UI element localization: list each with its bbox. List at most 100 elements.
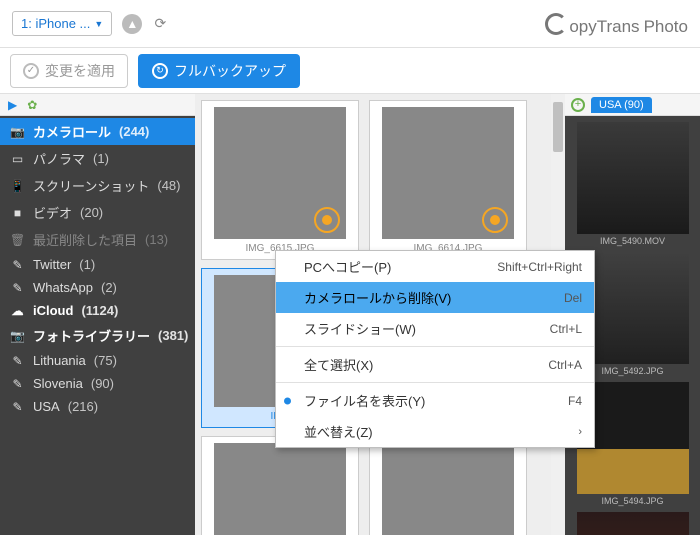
sidebar-album[interactable]: 📱 スクリーンショット (48) <box>0 172 195 199</box>
logo-text-sub: Photo <box>644 17 688 37</box>
ctx-show-filename[interactable]: ファイル名を表示(Y) F4 <box>276 385 594 416</box>
ctx-copy-label: PCへコピー(P) <box>304 257 391 276</box>
album-label: Slovenia <box>33 376 83 391</box>
pictures-tab-icon[interactable]: ✿ <box>27 98 37 112</box>
sidebar-tabs: ▶ ✿ <box>0 94 195 116</box>
right-thumb-caption: IMG_5494.JPG <box>601 496 663 506</box>
scan-marker-icon <box>314 207 340 233</box>
ctx-del-shortcut: Del <box>564 291 582 305</box>
right-thumbnail[interactable]: IMG_5490.MOV <box>571 122 694 246</box>
ctx-sort[interactable]: 並べ替え(Z) › <box>276 416 594 447</box>
eject-icon[interactable]: ▲ <box>122 14 142 34</box>
album-icon: ■ <box>10 206 25 220</box>
chevron-right-icon: › <box>578 426 582 438</box>
album-label: Twitter <box>33 257 71 272</box>
ctx-fname-shortcut: F4 <box>568 394 582 408</box>
album-icon: ✎ <box>10 377 25 391</box>
album-count: (75) <box>94 353 117 368</box>
sidebar-album[interactable]: 🗑最近削除した項目 (13) <box>0 226 195 253</box>
album-icon: 📷 <box>10 329 25 343</box>
sidebar-album[interactable]: ✎ Twitter (1) <box>0 253 195 276</box>
album-count: (1) <box>79 257 95 272</box>
ctx-slideshow[interactable]: スライドショー(W) Ctrl+L <box>276 313 594 344</box>
album-label: スクリーンショット <box>33 176 149 195</box>
check-icon: ✓ <box>23 63 39 79</box>
thumbnail-image <box>214 443 346 535</box>
right-thumbnail[interactable]: 0:00:57 <box>571 512 694 535</box>
sidebar-album[interactable]: ☁iCloud (1124) <box>0 299 195 322</box>
ctx-copy-to-pc[interactable]: PCへコピー(P) Shift+Ctrl+Right <box>276 251 594 282</box>
album-icon: ✎ <box>10 354 25 368</box>
ctx-all-label: 全て選択(X) <box>304 355 373 374</box>
sidebar-album[interactable]: ✎ WhatsApp (2) <box>0 276 195 299</box>
device-label: 1: iPhone ... <box>21 16 90 31</box>
actionbar: ✓ 変更を適用 ↻ フルバックアップ <box>0 48 700 94</box>
album-count: (2) <box>101 280 117 295</box>
apply-label: 変更を適用 <box>45 61 115 81</box>
album-label: iCloud <box>33 303 73 318</box>
right-thumb-caption: IMG_5490.MOV <box>600 236 665 246</box>
apply-changes-button[interactable]: ✓ 変更を適用 <box>10 54 128 88</box>
album-count: (381) <box>158 328 188 343</box>
ctx-del-label: カメラロールから削除(V) <box>304 288 451 307</box>
device-selector[interactable]: 1: iPhone ... ▼ <box>12 11 112 36</box>
right-tab[interactable]: USA (90) <box>591 97 652 113</box>
topbar: 1: iPhone ... ▼ ▲ ⟳ opyTrans Photo <box>0 0 700 48</box>
sidebar-album[interactable]: ■ビデオ (20) <box>0 199 195 226</box>
ctx-fname-label: ファイル名を表示(Y) <box>304 391 425 410</box>
thumbnail-card[interactable]: IMG_6615.JPG <box>201 100 359 260</box>
refresh-icon[interactable]: ⟳ <box>150 14 170 34</box>
thumbnail-card[interactable]: IMG_6614.JPG <box>369 100 527 260</box>
album-label: WhatsApp <box>33 280 93 295</box>
sidebar: ▶ ✿ 📷カメラロール (244) ▭ パノラマ (1) 📱 スクリーンショット (48… <box>0 94 195 535</box>
album-icon: ▭ <box>10 152 25 166</box>
thumbnail-image <box>382 443 514 535</box>
ctx-delete-from-roll[interactable]: カメラロールから削除(V) Del <box>276 282 594 313</box>
sidebar-album[interactable]: ✎Lithuania (75) <box>0 349 195 372</box>
ctx-sort-label: 並べ替え(Z) <box>304 422 373 441</box>
separator <box>276 346 594 347</box>
album-count: (90) <box>91 376 114 391</box>
sidebar-album[interactable]: ▭ パノラマ (1) <box>0 145 195 172</box>
album-list: 📷カメラロール (244) ▭ パノラマ (1) 📱 スクリーンショット (48) ■ビデ… <box>0 116 195 535</box>
album-label: パノラマ <box>33 149 85 168</box>
album-count: (13) <box>145 232 168 247</box>
scan-marker-icon <box>482 207 508 233</box>
album-count: (48) <box>157 178 180 193</box>
topbar-icons: ▲ ⟳ <box>122 14 170 34</box>
album-count: (244) <box>119 124 149 139</box>
backup-label: フルバックアップ <box>174 61 286 81</box>
scrollbar-thumb[interactable] <box>553 102 563 152</box>
album-count: (1124) <box>81 303 118 318</box>
ctx-select-all[interactable]: 全て選択(X) Ctrl+A <box>276 349 594 380</box>
sidebar-album[interactable]: 📷カメラロール (244) <box>0 118 195 145</box>
album-label: 最近削除した項目 <box>33 230 137 249</box>
album-icon: ✎ <box>10 281 25 295</box>
album-count: (20) <box>80 205 103 220</box>
album-icon: ✎ <box>10 258 25 272</box>
album-icon: 📱 <box>10 179 25 193</box>
album-count: (216) <box>68 399 98 414</box>
ctx-slide-shortcut: Ctrl+L <box>550 322 582 336</box>
thumbnail-image <box>214 107 346 239</box>
full-backup-button[interactable]: ↻ フルバックアップ <box>138 54 300 88</box>
app-logo: opyTrans Photo <box>545 10 688 37</box>
thumbnail-card[interactable]: IMG_6611.JPG <box>201 436 359 535</box>
sidebar-album[interactable]: ✎ Slovenia (90) <box>0 372 195 395</box>
sidebar-album[interactable]: ✎USA (216) <box>0 395 195 418</box>
bullet-icon <box>284 397 291 404</box>
album-count: (1) <box>93 151 109 166</box>
thumbnail-image <box>382 107 514 239</box>
ctx-all-shortcut: Ctrl+A <box>548 358 582 372</box>
logo-c-icon <box>545 13 567 35</box>
thumbnail-card[interactable]: IMG_6610.JPG <box>369 436 527 535</box>
device-tab-icon[interactable]: ▶ <box>8 98 17 112</box>
album-icon: ✎ <box>10 400 25 414</box>
album-label: フォトライブラリー <box>33 326 150 345</box>
context-menu: PCへコピー(P) Shift+Ctrl+Right カメラロールから削除(V)… <box>275 250 595 448</box>
right-header: + USA (90) <box>565 94 700 116</box>
ctx-copy-shortcut: Shift+Ctrl+Right <box>497 260 582 274</box>
add-icon[interactable]: + <box>571 98 585 112</box>
right-thumb-image: 0:00:57 <box>577 512 689 535</box>
sidebar-album[interactable]: 📷 フォトライブラリー (381) <box>0 322 195 349</box>
